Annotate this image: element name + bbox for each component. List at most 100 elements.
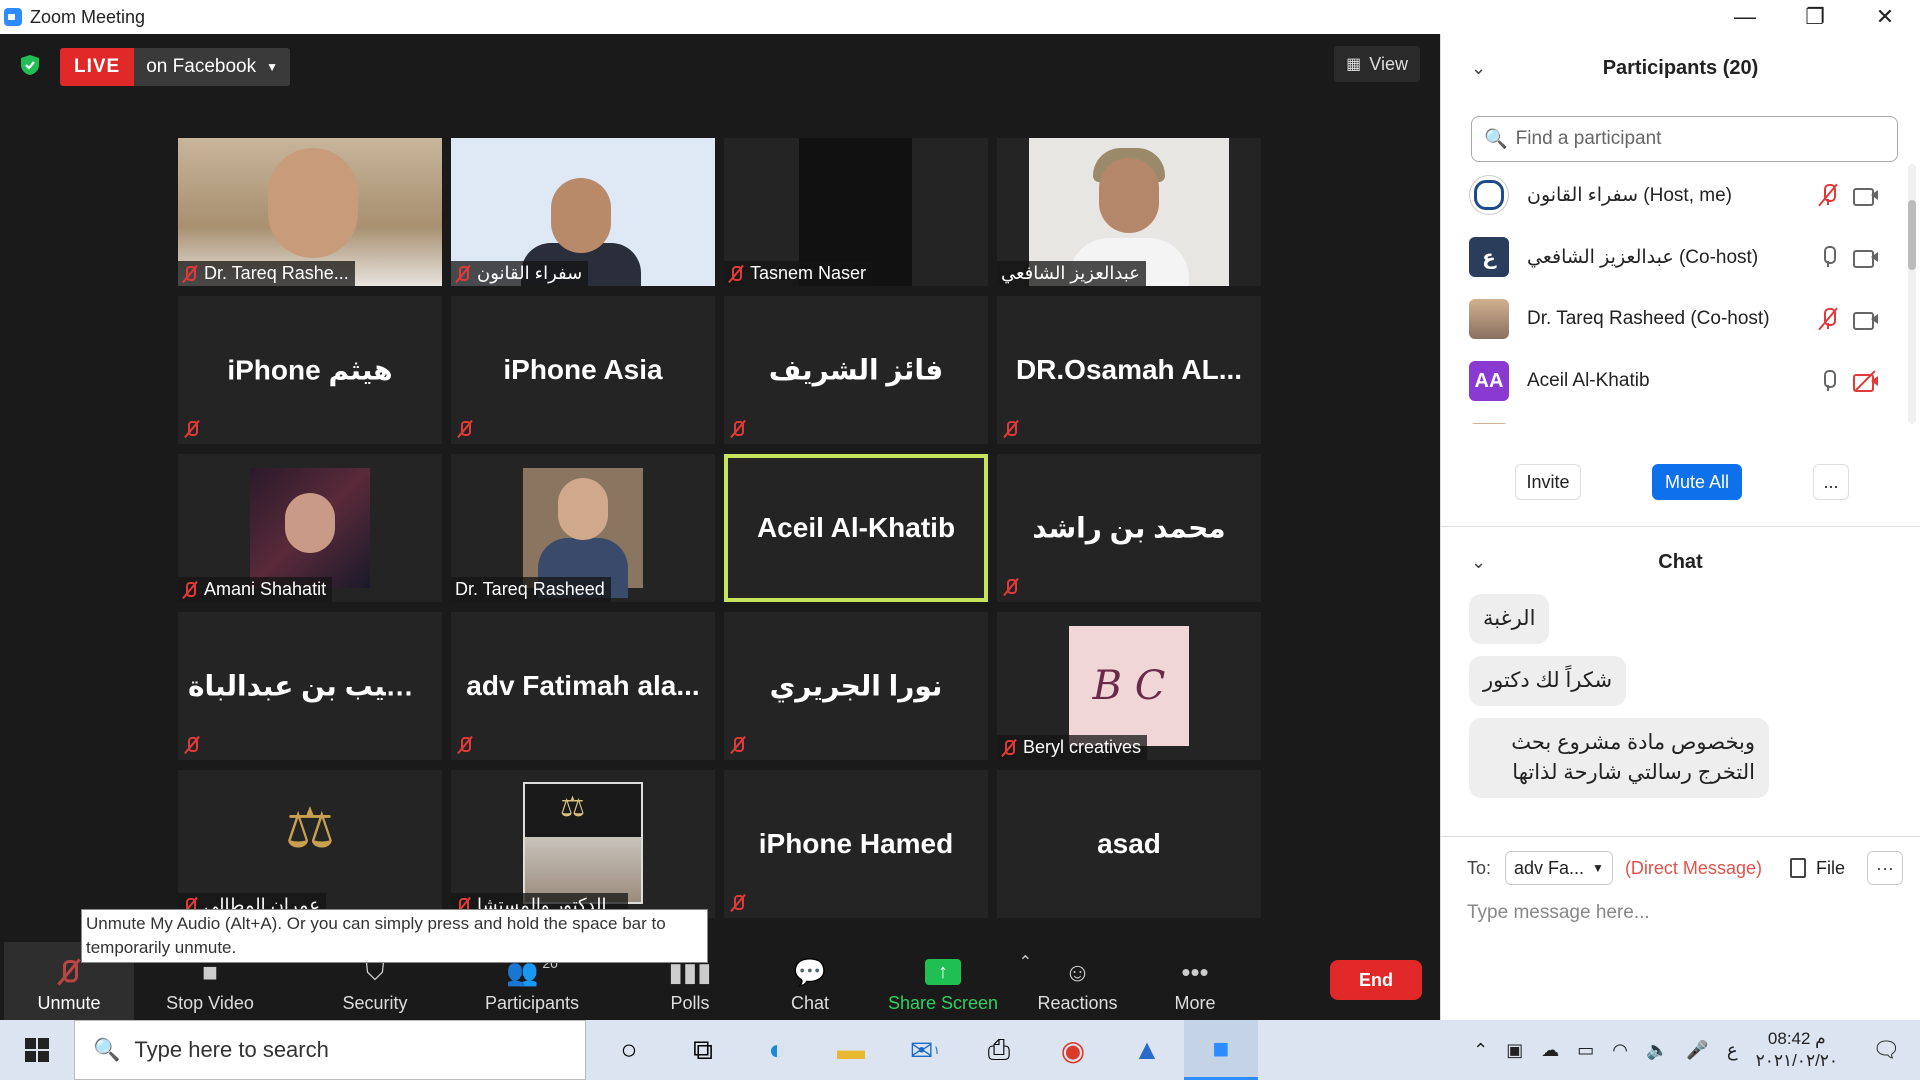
video-tile[interactable]: iPhone هيثم [178, 296, 442, 444]
mic-muted-icon [730, 736, 746, 754]
volume-icon[interactable]: 🔈 [1646, 1040, 1668, 1061]
mic-muted-icon[interactable] [1818, 183, 1838, 207]
mute-all-button[interactable]: Mute All [1652, 464, 1742, 500]
task-view-icon[interactable]: ⧉ [666, 1020, 740, 1080]
mic-icon[interactable]: 🎤 [1686, 1040, 1708, 1061]
chevron-down-icon[interactable]: ⌄ [1471, 552, 1486, 573]
video-tile[interactable]: نورا الجريري [724, 612, 988, 760]
video-camera-icon[interactable] [1853, 248, 1879, 268]
view-button[interactable]: ▦ View [1334, 46, 1420, 82]
participant-list-name: Dr. Tareq Rasheed (Co-host) [1527, 308, 1770, 329]
chat-message-row: شكراً لك دكتور [1469, 656, 1889, 718]
participants-header: ⌄ Participants (20) [1441, 48, 1920, 88]
end-meeting-button[interactable]: End [1330, 960, 1422, 1000]
video-tile[interactable]: asad [997, 770, 1261, 918]
video-camera-icon[interactable] [1853, 186, 1879, 206]
edge-browser-icon[interactable]: ◐ [740, 1020, 814, 1080]
video-tile[interactable]: iPhone Hamed [724, 770, 988, 918]
cortana-icon[interactable]: ○ [592, 1020, 666, 1080]
taskbar-search-input[interactable]: 🔍 Type here to search [74, 1020, 586, 1080]
video-tile[interactable]: Tasnem Naser [724, 138, 988, 286]
participant-name: عبدالعزيز الشافعي [1001, 263, 1140, 283]
video-tile[interactable]: Dr. Tareq Rashe... [178, 138, 442, 286]
participant-row[interactable]: سفراء القانون (Host, me) [1469, 164, 1909, 226]
participant-name-label: Beryl creatives [997, 735, 1148, 760]
scanner-icon[interactable]: ⎙ [962, 1020, 1036, 1080]
live-destination[interactable]: on Facebook ▼ [134, 48, 290, 86]
video-tile[interactable]: iPhone Asia [451, 296, 715, 444]
restore-button[interactable]: ❐ [1780, 0, 1850, 34]
notifications-icon[interactable]: 🗨 [1872, 1037, 1900, 1063]
reactions-button[interactable]: ☺ Reactions [1030, 942, 1125, 1020]
invite-button[interactable]: Invite [1515, 464, 1581, 500]
more-button[interactable]: ••• More [1160, 942, 1230, 1020]
file-button[interactable]: File [1789, 858, 1845, 879]
chrome-icon[interactable]: ◉ [1036, 1020, 1110, 1080]
participant-name: سفراء القانون [477, 263, 583, 283]
mic-muted-icon[interactable] [1818, 307, 1838, 331]
participant-row[interactable]: Dr. Tareq Rasheed [1469, 412, 1909, 424]
wifi-icon[interactable]: ◠ [1612, 1040, 1628, 1061]
device-icon[interactable]: ▣ [1506, 1040, 1523, 1061]
video-tile[interactable]: نجيب بن عبدالباة... [178, 612, 442, 760]
video-tile[interactable]: ⚖ عمران المطالي [178, 770, 442, 918]
recipient-select[interactable]: adv Fa... ▼ [1505, 851, 1613, 885]
participants-scrollbar[interactable] [1908, 164, 1916, 424]
avatar [1469, 423, 1509, 424]
participant-search-input[interactable]: 🔍 Find a participant [1471, 116, 1898, 162]
video-tile[interactable]: B C Beryl creatives [997, 612, 1261, 760]
battery-icon[interactable]: ▭ [1577, 1040, 1594, 1061]
participant-name: محمد بن راشد [1032, 512, 1226, 544]
mic-icon[interactable] [1821, 246, 1836, 268]
video-tile[interactable]: DR.Osamah AL... [997, 296, 1261, 444]
chat-message-input[interactable]: Type message here... [1467, 902, 1650, 924]
zoom-app-icon[interactable]: ■ [1184, 1020, 1258, 1080]
video-tile[interactable]: فائز الشريف [724, 296, 988, 444]
start-button[interactable] [0, 1020, 74, 1080]
video-tile[interactable]: Dr. Tareq Rasheed [451, 454, 715, 602]
close-button[interactable]: ✕ [1850, 0, 1920, 34]
participant-row[interactable]: AA Aceil Al-Khatib [1469, 350, 1909, 412]
participant-row[interactable]: Dr. Tareq Rasheed (Co-host) [1469, 288, 1909, 350]
video-off-icon[interactable] [1853, 370, 1879, 392]
mic-off-icon [61, 955, 78, 989]
video-camera-icon[interactable] [1853, 310, 1879, 330]
video-tile[interactable]: Amani Shahatit [178, 454, 442, 602]
share-screen-button[interactable]: ↑ Share Screen ⌃ [880, 942, 1032, 1020]
live-stream-control[interactable]: LIVE on Facebook ▼ [60, 48, 290, 86]
language-indicator[interactable]: ع [1727, 1040, 1738, 1061]
panel-divider [1441, 526, 1920, 527]
mail-badge: ١ [933, 1043, 940, 1057]
chevron-up-icon[interactable]: ⌃ [1473, 1040, 1488, 1061]
photos-icon[interactable]: ▲ [1110, 1020, 1184, 1080]
participant-search-placeholder: Find a participant [1515, 128, 1662, 149]
system-tray: ⌃ ▣ ☁ ▭ ◠ 🔈 🎤 ع 08:42 م ٢٠٢١/٠٢/٢٠ 🗨 [1473, 1020, 1920, 1080]
scrollbar-thumb[interactable] [1908, 200, 1916, 270]
chat-more-button[interactable]: ··· [1867, 851, 1903, 885]
chat-button[interactable]: 💬 Chat [770, 942, 850, 1020]
video-tile[interactable]: محمد بن راشد [997, 454, 1261, 602]
video-tile[interactable]: عبدالعزيز الشافعي [997, 138, 1261, 286]
video-tile[interactable]: Aceil Al-Khatib [724, 454, 988, 602]
video-tile[interactable]: adv Fatimah ala... [451, 612, 715, 760]
chevron-down-icon[interactable]: ⌄ [1471, 58, 1486, 79]
video-tile[interactable]: ⚖ الدكتور والمستشا... [451, 770, 715, 918]
cloud-icon[interactable]: ☁ [1541, 1040, 1559, 1061]
minimize-button[interactable]: — [1710, 0, 1780, 34]
mail-icon[interactable]: ✉ ١ [888, 1020, 962, 1080]
avatar: AA [1469, 361, 1509, 401]
participant-name-label: Dr. Tareq Rasheed [451, 577, 611, 602]
participant-name: adv Fatimah ala... [466, 670, 700, 701]
file-explorer-icon[interactable]: ▬ [814, 1020, 888, 1080]
shield-icon[interactable] [20, 54, 40, 76]
participant-name: Dr. Tareq Rasheed [455, 579, 605, 599]
mic-muted-icon [182, 581, 198, 599]
grid-icon: ▦ [1346, 56, 1362, 73]
video-tile[interactable]: سفراء القانون [451, 138, 715, 286]
participants-more-button[interactable]: ... [1813, 464, 1849, 500]
mic-icon[interactable] [1821, 370, 1836, 392]
participant-name: نجيب بن عبدالباة... [188, 670, 440, 702]
participant-row[interactable]: ع عبدالعزيز الشافعي (Co-host) [1469, 226, 1909, 288]
participants-list: سفراء القانون (Host, me) ع عبدالعزيز الشاف… [1469, 164, 1909, 424]
clock[interactable]: 08:42 م ٢٠٢١/٠٢/٢٠ [1756, 1028, 1839, 1072]
